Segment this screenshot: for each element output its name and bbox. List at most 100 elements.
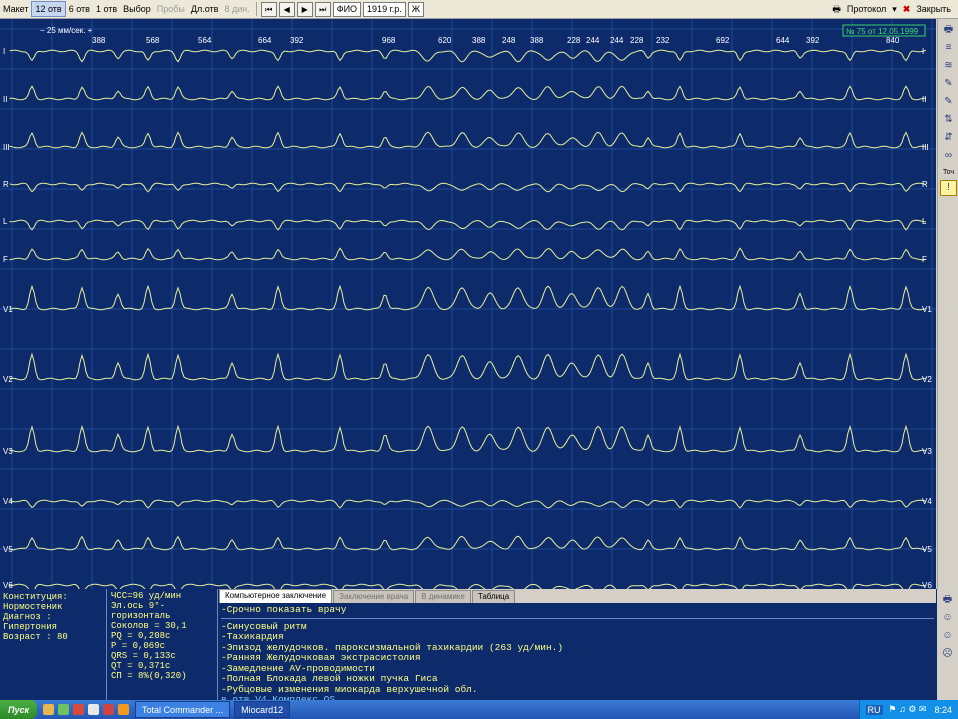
lead-label-left: V4 <box>3 497 13 506</box>
nav-first-icon[interactable]: ⏮ <box>260 1 277 17</box>
nav-last-icon[interactable]: ⏭ <box>314 1 331 17</box>
ecg-trace-II <box>9 85 927 101</box>
ecg-trace-L <box>9 219 927 231</box>
app-icon[interactable] <box>103 704 115 715</box>
waves-icon[interactable]: ≋ <box>941 59 956 73</box>
bottom-toolbar: 🖶 ☺ ☺ ☹ <box>937 589 958 700</box>
pin-icon[interactable]: ✎ <box>941 77 956 91</box>
language-indicator[interactable]: RU <box>865 704 883 715</box>
app-icon[interactable] <box>73 704 85 715</box>
lead-label-left: R <box>3 180 9 189</box>
tb-12-leads[interactable]: 12 отв <box>31 1 66 17</box>
toolbar: Макет 12 отв 6 отв 1 отв Выбор Пробы Дл.… <box>0 0 958 19</box>
tab-computer-conclusion[interactable]: Компьютерное заключение <box>219 589 333 603</box>
rr-interval-label: 232 <box>656 36 670 45</box>
ruler-v-icon[interactable]: ⇵ <box>941 131 956 145</box>
conclusion-line: -Синусовый ритм <box>221 620 307 632</box>
rr-interval-label: 388 <box>92 36 106 45</box>
edit-user-icon[interactable]: ☺ <box>940 629 955 643</box>
param-line: P = 0,069с <box>111 641 166 651</box>
app-icon[interactable] <box>58 704 70 715</box>
folder-icon[interactable] <box>43 704 55 715</box>
tab-table[interactable]: Таблица <box>471 590 516 603</box>
lead-label-left: I <box>3 47 5 56</box>
lead-label-right: V1 <box>922 305 932 314</box>
side-toolbar: 🖶 ≡ ≋ ✎ ✎ ⇅ ⇵ ∞ Точ ! <box>937 19 958 589</box>
close-button[interactable]: Закрыть <box>913 0 954 18</box>
info-icon[interactable]: ! <box>940 180 957 196</box>
ecg-parameters: ЧСС=96 уд/мин Эл.ось 9°- горизонталь Сок… <box>108 589 218 700</box>
protocol-button[interactable]: Протокол <box>844 0 889 18</box>
rr-interval-label: 392 <box>290 36 304 45</box>
taskbar-window-total-commander[interactable]: Total Commander ... <box>135 701 231 718</box>
lead-label-left: F <box>3 255 8 264</box>
lead-label-right: I <box>922 47 924 56</box>
tb-tests[interactable]: Пробы <box>154 0 188 18</box>
app-icon[interactable] <box>88 704 100 715</box>
birth-field: 1919 г.р. <box>363 1 406 17</box>
param-line: Соколов = 30,1 <box>111 621 187 631</box>
wrench-icon[interactable]: ✎ <box>941 95 956 109</box>
patient-info: Конституция: Нормостеник Диагноз : Гипер… <box>0 589 107 700</box>
tab-dynamics[interactable]: В динамике <box>415 590 471 603</box>
start-button[interactable]: Пуск <box>0 700 38 719</box>
tb-long-lead[interactable]: Дл.отв <box>188 0 222 18</box>
close-icon[interactable]: ✖ <box>900 0 914 18</box>
delete-user-icon[interactable]: ☹ <box>940 647 955 661</box>
ecg-trace-V3 <box>9 424 927 453</box>
rr-interval-label: 228 <box>630 36 644 45</box>
lead-label-left: V2 <box>3 375 13 384</box>
lead-label-left: V5 <box>3 545 13 554</box>
lead-label-left: V6 <box>3 581 13 589</box>
conclusion-line: -Тахикардия <box>221 631 284 642</box>
param-line: QT = 0,371с <box>111 661 171 671</box>
tb-6-leads[interactable]: 6 отв <box>66 0 93 18</box>
lead-label-right: V6 <box>922 581 932 589</box>
tab-doctor-conclusion[interactable]: Заключение врача <box>333 590 415 603</box>
printer-icon[interactable]: 🖶 <box>829 0 844 18</box>
rr-interval-label: 968 <box>382 36 396 45</box>
lead-label-right: R <box>922 180 928 189</box>
browser-icon[interactable] <box>118 704 130 715</box>
patient-line: Гипертония <box>3 622 58 632</box>
print-icon[interactable]: 🖶 <box>941 23 956 37</box>
lead-label-right: II <box>922 95 926 104</box>
adjust-icon[interactable]: ⇅ <box>941 113 956 127</box>
protocol-dropdown-icon[interactable]: ▾ <box>889 0 900 18</box>
tb-maket[interactable]: Макет <box>0 0 31 18</box>
rr-interval-label: 840 <box>886 36 900 45</box>
lead-label-right: V2 <box>922 375 932 384</box>
param-line: горизонталь <box>111 611 171 621</box>
rr-interval-label: 644 <box>776 36 790 45</box>
patient-line: Нормостеник <box>3 602 63 612</box>
sex-field: Ж <box>407 1 425 17</box>
lead-label-right: III <box>922 143 929 152</box>
name-field[interactable]: ФИО <box>332 1 362 17</box>
rr-interval-label: 564 <box>198 36 212 45</box>
tb-select[interactable]: Выбор <box>120 0 154 18</box>
add-user-icon[interactable]: ☺ <box>940 611 955 625</box>
lead-label-left: II <box>3 95 7 104</box>
window-label: Total Commander ... <box>142 704 224 715</box>
nav-prev-icon[interactable]: ◀ <box>278 1 295 17</box>
lead-label-right: V4 <box>922 497 932 506</box>
param-line: PQ = 0,208с <box>111 631 171 641</box>
rr-interval-label: 692 <box>716 36 730 45</box>
print-icon[interactable]: 🖶 <box>940 593 955 607</box>
param-line: QRS = 0,133с <box>111 651 176 661</box>
urgent-line: -Срочно показать врачу <box>221 604 934 619</box>
chain-icon[interactable]: ∞ <box>941 149 956 163</box>
ecg-trace-III <box>9 131 927 149</box>
taskbar-window-miocard[interactable]: Miocard12 <box>234 701 291 718</box>
patient-line: Конституция: <box>3 592 68 602</box>
ruler-icon[interactable]: ≡ <box>941 41 956 55</box>
tb-dynamics[interactable]: 8 дин. <box>221 0 252 18</box>
ecg-trace-F <box>9 247 927 261</box>
tb-1-lead[interactable]: 1 отв <box>93 0 120 18</box>
param-line: СП = 8%(0,320) <box>111 671 187 681</box>
lead-label-right: L <box>922 217 927 226</box>
points-label: Точ <box>942 169 955 176</box>
nav-next-icon[interactable]: ▶ <box>296 1 313 17</box>
rr-interval-label: 248 <box>502 36 516 45</box>
speed-label[interactable]: − 25 мм/сек. + <box>40 26 93 35</box>
